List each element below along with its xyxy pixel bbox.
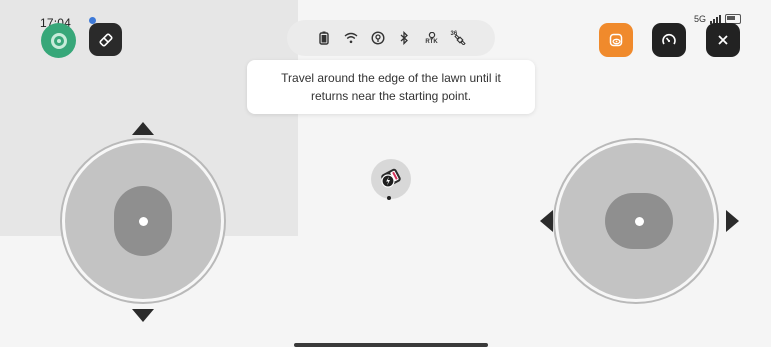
mow-mode-button[interactable] bbox=[41, 23, 76, 58]
eraser-icon bbox=[98, 32, 113, 47]
device-status-bar: RTK 36 bbox=[287, 20, 495, 56]
right-joystick[interactable] bbox=[553, 138, 719, 304]
knob-center-dot bbox=[634, 216, 644, 226]
rtk-label: RTK bbox=[425, 38, 438, 45]
satellite-count: 36 bbox=[450, 31, 458, 37]
arrow-down-icon bbox=[132, 309, 154, 322]
tooltip-line-1: Travel around the edge of the lawn until… bbox=[281, 71, 501, 85]
arrow-left-icon bbox=[540, 210, 553, 232]
bluetooth-icon bbox=[398, 31, 412, 45]
wifi-icon bbox=[344, 31, 358, 45]
edge-mapping-tooltip: Travel around the edge of the lawn until… bbox=[247, 60, 535, 114]
joystick-knob[interactable] bbox=[114, 186, 172, 256]
eraser-button[interactable] bbox=[89, 23, 122, 56]
knob-center-dot bbox=[138, 216, 148, 226]
left-joystick[interactable] bbox=[60, 138, 226, 304]
camera-view-button[interactable] bbox=[599, 23, 633, 57]
speed-button[interactable] bbox=[652, 23, 686, 57]
mow-target-icon bbox=[50, 32, 67, 49]
speedometer-icon bbox=[662, 33, 676, 45]
camera-view-icon bbox=[609, 33, 623, 47]
close-button[interactable] bbox=[706, 23, 740, 57]
rtk-icon: RTK bbox=[425, 31, 439, 45]
mower-charging-icon bbox=[381, 168, 401, 188]
lte-icon bbox=[370, 31, 385, 45]
arrow-right-icon bbox=[726, 210, 739, 232]
home-indicator[interactable] bbox=[294, 343, 488, 347]
tooltip-line-2: returns near the starting point. bbox=[310, 89, 472, 103]
network-label: 5G bbox=[693, 14, 706, 24]
close-icon bbox=[718, 35, 728, 45]
arrow-up-icon bbox=[132, 122, 154, 135]
satellite-icon: 36 bbox=[450, 31, 466, 45]
mower-marker bbox=[371, 159, 411, 199]
mower-position-dot bbox=[387, 196, 391, 200]
joystick-knob[interactable] bbox=[605, 193, 673, 249]
battery-icon bbox=[317, 31, 331, 45]
